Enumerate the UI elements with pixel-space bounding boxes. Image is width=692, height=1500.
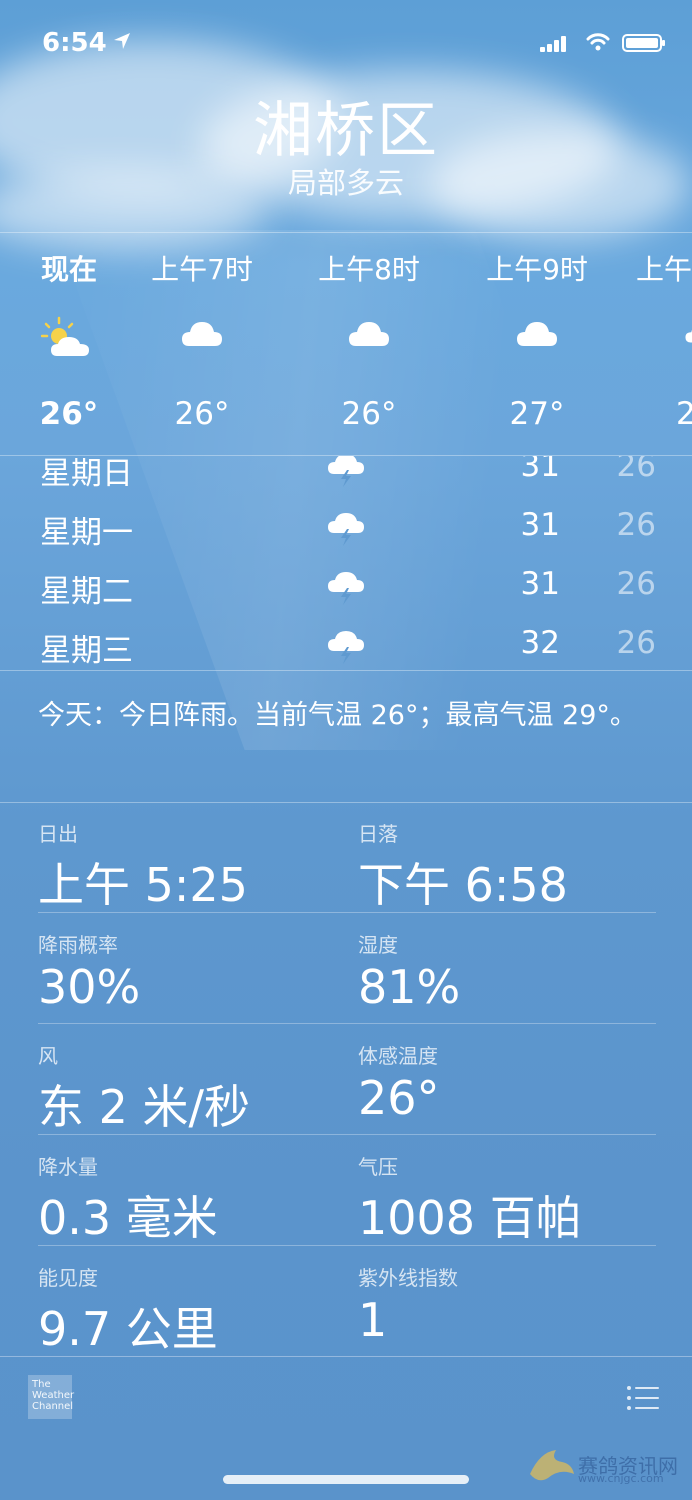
divider [38,912,656,913]
cellular-signal-icon [540,36,568,56]
detail-pressure: 气压 1008 百帕 [358,1155,582,1245]
divider [0,670,692,671]
list-item: 星期日 31 26 [0,456,692,499]
hourly-forecast[interactable]: 现在 26° 上午7时 26° 上午8时 26° 上午9时 27° 上午 2 [0,240,692,455]
divider [0,1356,692,1357]
wifi-icon [586,32,610,56]
daily-forecast[interactable]: 星期日 31 26 星期一 31 26 星期二 31 26 星期三 32 26 [0,456,692,670]
list-item: 星期二 31 26 [40,566,656,610]
list-item: 星期一 31 26 [40,507,656,551]
detail-wind: 风 东 2 米/秒 [38,1044,251,1134]
detail-sunrise: 日出 上午 5:25 [38,822,248,912]
weather-channel-logo[interactable]: The Weather Channel [28,1375,74,1419]
hour-item: 上午7时 26° [117,240,287,432]
pigeon-logo-icon [526,1444,576,1490]
watermark: 赛鸽资讯网 www.cnjgc.com [520,1440,680,1490]
status-bar: 6:54 [0,24,692,64]
cloud-icon [452,316,622,366]
current-condition: 局部多云 [287,166,404,200]
today-summary: 今天：今日阵雨。当前气温 26°；最高气温 29°。 [38,700,637,731]
status-time: 6:54 [42,28,107,58]
list-item: 星期三 32 26 [40,625,656,669]
hour-item: 上午 2 [636,240,692,432]
divider [38,1134,656,1135]
cloud-icon [117,316,287,366]
cloud-icon [284,316,454,366]
divider [38,1245,656,1246]
battery-icon [622,34,665,52]
hour-item: 上午8时 26° [284,240,454,432]
home-indicator[interactable] [223,1475,469,1484]
divider [0,802,692,803]
detail-rain-chance: 降雨概率 30% [38,933,141,1014]
detail-uv-index: 紫外线指数 1 [358,1266,458,1347]
detail-sunset: 日落 下午 6:58 [358,822,568,912]
thunderstorm-icon [326,568,366,610]
detail-feels-like: 体感温度 26° [358,1044,440,1125]
thunderstorm-icon [326,509,366,551]
thunderstorm-icon [326,627,366,669]
city-list-icon[interactable] [626,1385,660,1415]
divider [0,232,692,233]
city-name: 湘桥区 [253,96,439,166]
thunderstorm-icon [326,456,366,492]
cloud-icon [636,316,692,366]
divider [38,1023,656,1024]
detail-humidity: 湿度 81% [358,933,461,1014]
hour-item: 上午9时 27° [452,240,622,432]
detail-precipitation: 降水量 0.3 毫米 [38,1155,218,1245]
detail-visibility: 能见度 9.7 公里 [38,1266,218,1356]
